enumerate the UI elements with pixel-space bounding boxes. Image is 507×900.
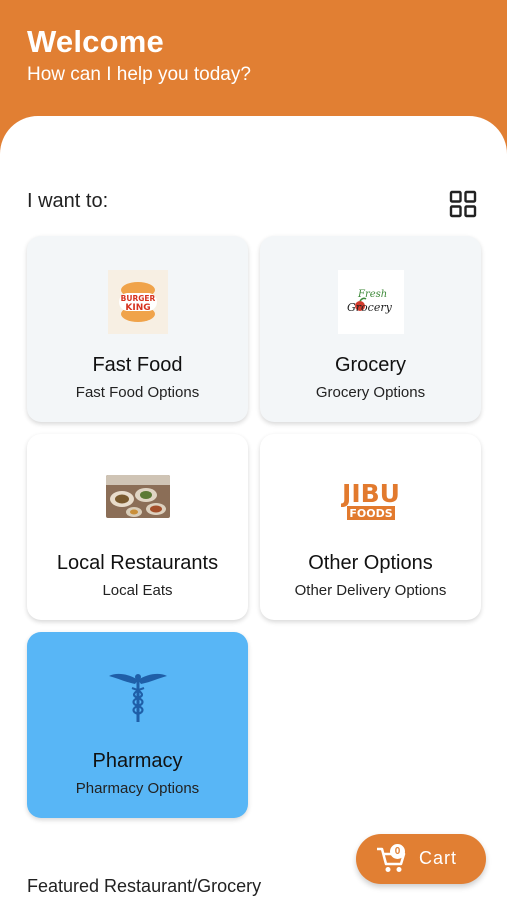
card-title: Pharmacy — [92, 750, 183, 772]
category-card-fast-food[interactable]: BURGER KING Fast Food Fast Food Options — [27, 236, 248, 422]
cart-label: Cart — [419, 848, 458, 868]
content-sheet: I want to: BURGER KING Fast Food Fast Fo… — [0, 116, 507, 900]
category-card-other-options[interactable]: JIBU FOODS Other Options Other Delivery … — [260, 434, 481, 620]
featured-section-label: Featured Restaurant/Grocery — [27, 876, 262, 896]
jibu-foods-logo: JIBU FOODS — [340, 474, 401, 524]
category-card-local-restaurants[interactable]: Local Restaurants Local Eats — [27, 434, 248, 620]
svg-text:BURGER: BURGER — [120, 294, 155, 303]
page-subtitle: How can I help you today? — [27, 64, 251, 85]
svg-text:FOODS: FOODS — [349, 507, 392, 520]
svg-text:Grocery: Grocery — [347, 301, 393, 314]
card-title: Local Restaurants — [56, 552, 219, 574]
card-title: Grocery — [334, 354, 407, 376]
fresh-grocery-logo: Fresh Grocery — [337, 270, 404, 334]
cart-count-badge: 0 — [390, 844, 405, 859]
grid-view-icon[interactable] — [448, 189, 478, 219]
svg-text:KING: KING — [125, 303, 150, 313]
category-card-grocery[interactable]: Fresh Grocery Grocery Grocery Options — [260, 236, 481, 422]
card-title: Other Options — [308, 552, 433, 574]
card-subtitle: Fast Food Options — [75, 384, 200, 401]
card-subtitle: Pharmacy Options — [75, 780, 200, 797]
svg-text:JIBU: JIBU — [341, 479, 400, 508]
card-subtitle: Local Eats — [102, 582, 173, 599]
card-title: Fast Food — [92, 354, 183, 376]
section-label: I want to: — [27, 190, 109, 212]
cart-button[interactable]: 0 Cart — [356, 834, 486, 884]
page-title: Welcome — [27, 24, 164, 59]
card-subtitle: Other Delivery Options — [294, 582, 447, 599]
card-subtitle: Grocery Options — [315, 384, 426, 401]
local-food-photo — [105, 475, 170, 518]
category-card-pharmacy[interactable]: Pharmacy Pharmacy Options — [27, 632, 248, 818]
caduceus-icon — [107, 666, 169, 724]
burger-king-logo: BURGER KING — [107, 270, 168, 334]
